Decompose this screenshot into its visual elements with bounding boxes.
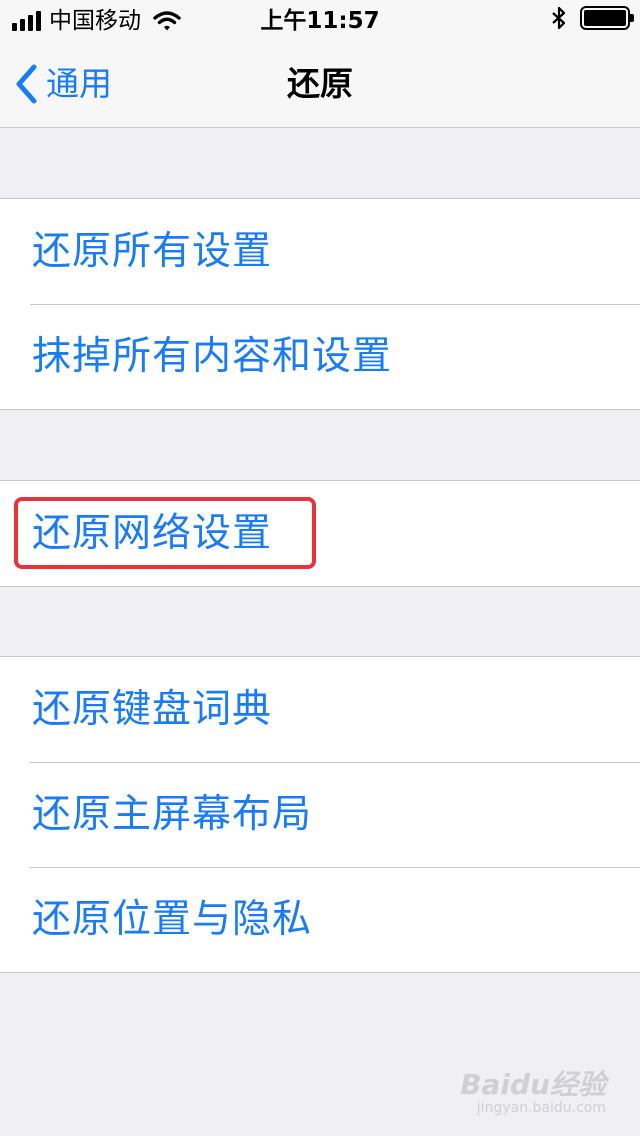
reset-home-screen-layout-label: 还原主屏幕布局: [32, 792, 313, 837]
navigation-bar: 通用 还原: [0, 40, 640, 128]
reset-group-1: 还原所有设置 抹掉所有内容和设置: [0, 198, 640, 410]
erase-all-content-label: 抹掉所有内容和设置: [32, 334, 393, 379]
reset-all-settings-row[interactable]: 还原所有设置: [0, 199, 640, 304]
reset-network-settings-label: 还原网络设置: [32, 511, 273, 556]
reset-keyboard-dictionary-row[interactable]: 还原键盘词典: [0, 657, 640, 762]
reset-all-settings-label: 还原所有设置: [32, 229, 273, 274]
page-title: 还原: [287, 64, 353, 103]
baidu-watermark: Baidu经验 jingyan.baidu.com: [460, 1068, 606, 1117]
status-bar: 中国移动 上午11:57: [0, 0, 640, 40]
status-right: [552, 6, 634, 30]
erase-all-content-row[interactable]: 抹掉所有内容和设置: [0, 304, 640, 409]
reset-location-privacy-row[interactable]: 还原位置与隐私: [0, 867, 640, 972]
status-time: 上午11:57: [260, 8, 380, 34]
bluetooth-icon: [552, 6, 566, 30]
reset-group-3: 还原键盘词典 还原主屏幕布局 还原位置与隐私: [0, 656, 640, 973]
reset-keyboard-dictionary-label: 还原键盘词典: [32, 687, 273, 732]
reset-home-screen-layout-row[interactable]: 还原主屏幕布局: [0, 762, 640, 867]
reset-group-2: 还原网络设置: [0, 480, 640, 587]
watermark-sub: jingyan.baidu.com: [476, 1100, 606, 1116]
battery-fill: [584, 10, 626, 26]
watermark-main: Baidu经验: [460, 1068, 606, 1101]
screen: 中国移动 上午11:57 通用 还原 还原所有设置 抹掉所有内容和设置 还原网络…: [0, 0, 640, 1136]
reset-network-settings-row[interactable]: 还原网络设置: [0, 481, 640, 586]
battery-icon: [580, 6, 634, 30]
reset-location-privacy-label: 还原位置与隐私: [32, 897, 313, 942]
